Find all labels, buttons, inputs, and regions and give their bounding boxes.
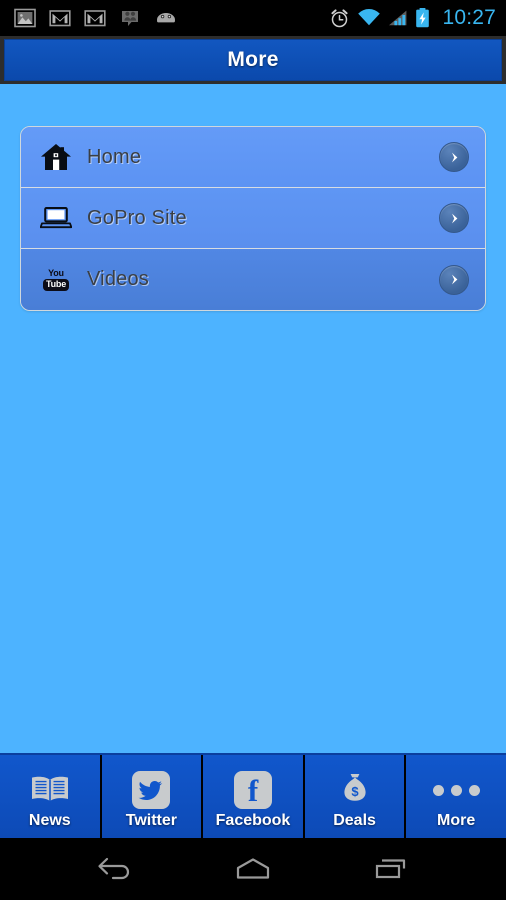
tab-label: News bbox=[28, 812, 71, 829]
list-item-gopro-site[interactable]: GoPro Site bbox=[21, 188, 485, 249]
home-pentagon-icon bbox=[236, 858, 270, 879]
tab-label: More bbox=[437, 812, 476, 829]
tab-twitter[interactable]: Twitter bbox=[101, 755, 204, 838]
gallery-photo-icon bbox=[14, 8, 36, 28]
list-item-videos[interactable]: You Tube Videos bbox=[21, 249, 485, 310]
title-bar-container: More bbox=[0, 36, 506, 84]
chevron-right-icon[interactable] bbox=[439, 264, 469, 295]
tab-label: Twitter bbox=[125, 812, 178, 829]
bottom-tab-bar: News Twitter f Facebook $ Deals More bbox=[0, 753, 506, 838]
title-bar: More bbox=[4, 39, 502, 81]
back-arrow-icon bbox=[98, 857, 130, 880]
chevron-right-icon[interactable] bbox=[439, 142, 469, 172]
tab-more[interactable]: More bbox=[406, 755, 506, 838]
menu-list-panel: Home GoPro Site You Tube Videos bbox=[20, 126, 486, 311]
tab-deals[interactable]: $ Deals bbox=[304, 755, 407, 838]
chevron-right-icon[interactable] bbox=[439, 203, 469, 233]
gmail-icon bbox=[84, 10, 106, 27]
android-screen: 10:27 More Home GoPro Site You Tube Vide… bbox=[0, 0, 506, 900]
page-title: More bbox=[227, 48, 279, 71]
list-item-label: GoPro Site bbox=[87, 206, 187, 229]
youtube-icon: You Tube bbox=[39, 263, 73, 297]
alarm-clock-icon bbox=[331, 8, 349, 27]
facebook-f-icon: f bbox=[233, 769, 272, 811]
list-item-label: Home bbox=[87, 145, 142, 168]
house-icon bbox=[39, 140, 73, 174]
list-item-home[interactable]: Home bbox=[21, 127, 485, 188]
content-area: Home GoPro Site You Tube Videos bbox=[0, 84, 506, 753]
money-bag-icon: $ bbox=[338, 769, 372, 811]
tab-label: Facebook bbox=[215, 812, 291, 829]
three-dots-icon bbox=[432, 769, 480, 811]
tab-label: Deals bbox=[333, 812, 376, 829]
cellular-signal-icon bbox=[389, 10, 407, 26]
back-button[interactable] bbox=[79, 846, 151, 892]
messaging-people-icon bbox=[122, 11, 138, 26]
status-bar-system-icons: 10:27 bbox=[329, 6, 496, 30]
status-bar-notification-icons bbox=[14, 7, 178, 29]
status-bar-clock: 10:27 bbox=[442, 6, 496, 29]
home-button[interactable] bbox=[217, 846, 289, 892]
tab-news[interactable]: News bbox=[0, 755, 102, 838]
recent-apps-icon bbox=[375, 859, 406, 879]
svg-text:$: $ bbox=[351, 784, 359, 799]
list-item-label: Videos bbox=[87, 268, 149, 290]
laptop-icon bbox=[39, 201, 73, 235]
android-navigation-bar bbox=[0, 838, 506, 900]
android-head-icon bbox=[157, 13, 175, 23]
status-bar: 10:27 bbox=[0, 0, 506, 36]
twitter-bird-icon bbox=[132, 769, 171, 811]
open-book-icon bbox=[29, 769, 71, 811]
wifi-signal-icon bbox=[358, 9, 381, 26]
gmail-icon bbox=[49, 10, 71, 27]
battery-charging-icon bbox=[416, 8, 430, 28]
recent-apps-button[interactable] bbox=[355, 846, 427, 892]
tab-facebook[interactable]: f Facebook bbox=[203, 755, 305, 838]
